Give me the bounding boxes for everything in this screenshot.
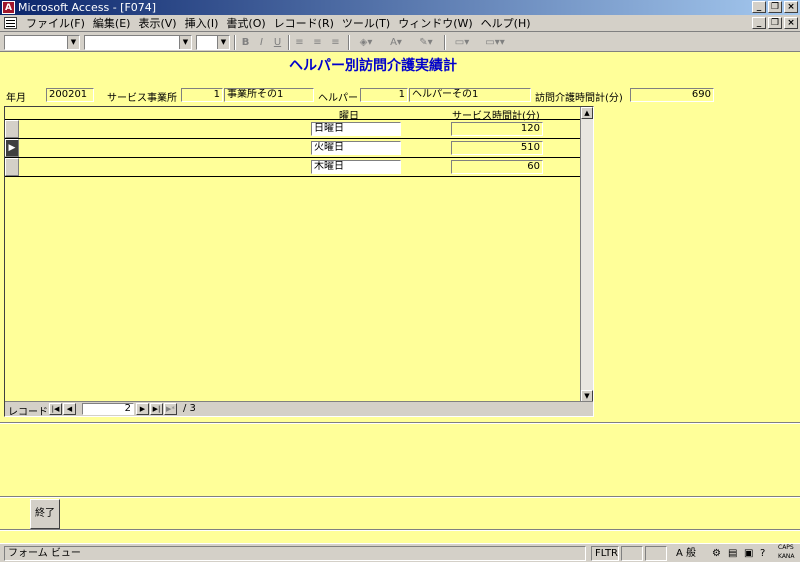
previous-record-icon[interactable]: ◀ [63, 403, 76, 415]
restore-button[interactable]: ❐ [768, 1, 782, 13]
table-row[interactable]: 日曜日 120 [5, 120, 580, 139]
form-icon[interactable] [4, 17, 17, 29]
window-title: Microsoft Access - [F074] [18, 1, 157, 14]
close-button[interactable]: × [784, 1, 798, 13]
next-record-icon[interactable]: ▶ [136, 403, 149, 415]
menu-bar: ファイル(F) 編集(E) 表示(V) 挿入(I) 書式(O) レコード(R) … [0, 15, 800, 32]
ime-dictionary-icon[interactable]: ▣ [744, 545, 753, 562]
status-filter: FLTR [591, 546, 619, 561]
line-color-icon[interactable]: ✎▾ [414, 36, 438, 50]
special-effect-icon[interactable]: ▭▾▾ [480, 36, 510, 50]
new-record-icon[interactable]: ▶* [164, 403, 177, 415]
toolbar-separator [348, 35, 350, 50]
ime-help-icon[interactable]: ? [760, 545, 765, 562]
record-navigation-bar: レコード: |◀ ◀ 2 ▶ ▶| ▶* / 3 [5, 401, 593, 418]
end-button[interactable]: 終了 [30, 499, 60, 529]
chevron-down-icon: ▼ [217, 36, 229, 49]
records-label: レコード: [8, 407, 52, 418]
record-selector[interactable]: ▶ [5, 139, 19, 157]
divider [0, 422, 800, 424]
weekday-field[interactable]: 日曜日 [311, 122, 401, 136]
weekday-field[interactable]: 木曜日 [311, 160, 401, 174]
menu-window[interactable]: ウィンドウ(W) [394, 15, 476, 32]
toolbar-separator [288, 35, 290, 50]
status-bar: フォーム ビュー FLTR A 般 ⚙ ▤ ▣ ? CAPS KANA [0, 543, 800, 562]
table-row[interactable]: ▶ 火曜日 510 [5, 139, 580, 158]
table-row[interactable]: 木曜日 60 [5, 158, 580, 177]
access-key-icon[interactable]: A [2, 1, 15, 14]
align-center-icon[interactable]: ≡ [310, 36, 325, 50]
menu-file[interactable]: ファイル(F) [22, 15, 89, 32]
total-minutes-field[interactable]: 690 [630, 88, 714, 102]
ime-pad-icon[interactable]: ▤ [728, 545, 737, 562]
font-name-combo[interactable]: ▼ [84, 35, 192, 50]
menu-edit[interactable]: 編集(E) [89, 15, 135, 32]
record-selector[interactable] [5, 158, 19, 176]
doc-close-button[interactable]: × [784, 17, 798, 29]
total-minutes-label: 訪問介護時間計(分) [535, 93, 623, 104]
minimize-button[interactable]: _ [752, 1, 766, 13]
last-record-icon[interactable]: ▶| [150, 403, 163, 415]
vertical-scrollbar[interactable]: ▲ ▼ [580, 107, 593, 402]
minutes-field[interactable]: 60 [451, 160, 543, 174]
italic-icon[interactable]: I [254, 36, 269, 50]
object-combo[interactable]: ▼ [4, 35, 80, 50]
fill-color-icon[interactable]: ◈▾ [354, 36, 378, 50]
bold-icon[interactable]: B [238, 36, 253, 50]
record-selector[interactable] [5, 120, 19, 138]
title-bar: A Microsoft Access - [F074] _ ❐ × [0, 0, 800, 15]
minutes-field[interactable]: 510 [451, 141, 543, 155]
divider [0, 529, 800, 531]
menu-insert[interactable]: 挿入(I) [181, 15, 223, 32]
ime-mode[interactable]: A 般 [676, 545, 696, 562]
form-title: ヘルパー別訪問介護実績計 [289, 58, 457, 74]
office-id-field[interactable]: 1 [181, 88, 223, 102]
font-color-icon[interactable]: A▾ [384, 36, 408, 50]
year-month-label: 年月 [6, 93, 26, 104]
ime-tool-icon[interactable]: ⚙ [712, 545, 721, 562]
kana-indicator: KANA [778, 553, 795, 560]
office-label: サービス事業所 [107, 93, 177, 104]
year-month-field[interactable]: 200201 [46, 88, 94, 102]
status-panel [645, 546, 667, 561]
subform: 曜日 サービス時間計(分) 日曜日 120 ▶ 火曜日 510 木曜日 60 ▲… [4, 106, 594, 418]
subform-header: 曜日 サービス時間計(分) [5, 107, 580, 122]
menu-view[interactable]: 表示(V) [134, 15, 180, 32]
weekday-field[interactable]: 火曜日 [311, 141, 401, 155]
helper-label: ヘルパー [318, 93, 358, 104]
chevron-down-icon: ▼ [67, 36, 79, 49]
toolbar-separator [234, 35, 236, 50]
toolbar-separator [444, 35, 446, 50]
menu-records[interactable]: レコード(R) [270, 15, 338, 32]
underline-icon[interactable]: U [270, 36, 285, 50]
status-view: フォーム ビュー [4, 546, 586, 561]
doc-minimize-button[interactable]: _ [752, 17, 766, 29]
chevron-down-icon: ▼ [179, 36, 191, 49]
align-left-icon[interactable]: ≡ [292, 36, 307, 50]
helper-name-field[interactable]: ヘルパーその1 [409, 88, 531, 102]
menu-help[interactable]: ヘルプ(H) [477, 15, 535, 32]
scroll-up-icon[interactable]: ▲ [581, 107, 593, 119]
formatting-toolbar: ▼ ▼ ▼ B I U ≡ ≡ ≡ ◈▾ A▾ ✎▾ ▭▾ ▭▾▾ [0, 33, 800, 52]
doc-restore-button[interactable]: ❐ [768, 17, 782, 29]
office-name-field[interactable]: 事業所その1 [224, 88, 314, 102]
helper-id-field[interactable]: 1 [360, 88, 408, 102]
status-panel [621, 546, 643, 561]
menu-format[interactable]: 書式(O) [222, 15, 269, 32]
divider [0, 496, 800, 498]
form-area: ヘルパー別訪問介護実績計 年月 200201 サービス事業所 1 事業所その1 … [0, 52, 800, 543]
menu-tools[interactable]: ツール(T) [338, 15, 394, 32]
font-size-combo[interactable]: ▼ [196, 35, 230, 50]
current-record-field[interactable]: 2 [82, 403, 134, 415]
align-right-icon[interactable]: ≡ [328, 36, 343, 50]
first-record-icon[interactable]: |◀ [49, 403, 62, 415]
record-count: / 3 [183, 403, 196, 414]
line-width-icon[interactable]: ▭▾ [450, 36, 474, 50]
minutes-field[interactable]: 120 [451, 122, 543, 136]
